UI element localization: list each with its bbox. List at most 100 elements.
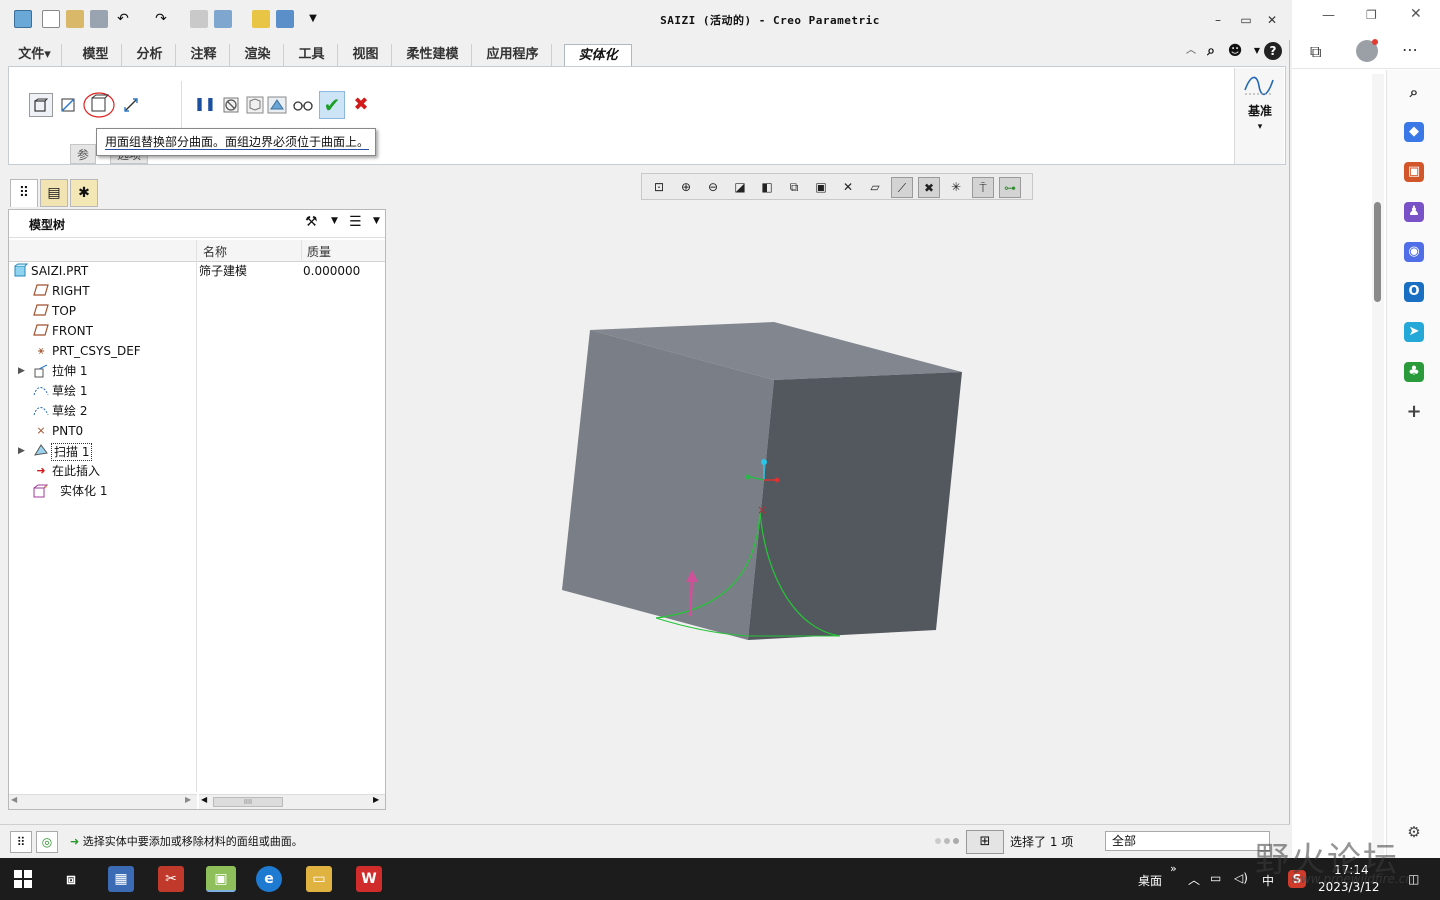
tree-row-front[interactable]: FRONT (9, 321, 385, 341)
sidebar-office-icon[interactable]: ◉ (1404, 242, 1424, 262)
graphics-window[interactable]: × (388, 200, 1288, 820)
desktop-label[interactable]: 桌面 (1138, 872, 1162, 889)
browser-close-icon[interactable]: ✕ (1410, 6, 1422, 22)
undo-icon[interactable]: ↶ (114, 10, 132, 28)
tab-annotate[interactable]: 注释 (178, 44, 230, 66)
pause-button[interactable]: ❚❚ (193, 93, 217, 117)
toolbar-chevron-icon[interactable]: » (1170, 862, 1177, 875)
wps-icon[interactable]: W (356, 866, 382, 892)
search-icon[interactable]: ⌕ (1202, 42, 1220, 60)
remove-material-icon[interactable] (57, 93, 81, 117)
tree-row-sketch-1[interactable]: 草绘 1 (9, 381, 385, 401)
zoom-out-icon[interactable]: ⊖ (702, 177, 724, 198)
regenerate-icon[interactable] (190, 10, 208, 28)
tree-row-top[interactable]: TOP (9, 301, 385, 321)
folder-browser-tab-icon[interactable]: ▤ (40, 179, 68, 207)
tree-row-insert-here[interactable]: ➜ 在此插入 (9, 461, 385, 481)
sidebar-games-icon[interactable]: ♟ (1404, 202, 1424, 222)
flip-direction-icon[interactable] (119, 93, 143, 117)
help-icon[interactable]: ? (1264, 42, 1282, 60)
windows-icon[interactable] (214, 10, 232, 28)
tree-row-sweep[interactable]: ▶ 扫描 1 (9, 441, 385, 461)
plane-display-icon[interactable]: ▱ (864, 177, 886, 198)
column-divider[interactable] (301, 240, 302, 262)
point-display-icon[interactable]: ✖ (918, 177, 940, 198)
network-icon[interactable]: ▭ (1210, 871, 1221, 885)
customize-dropdown-icon[interactable]: ▼ (304, 10, 322, 28)
sidebar-send-icon[interactable]: ➤ (1404, 322, 1424, 342)
sidebar-tree-icon[interactable]: ♣ (1404, 362, 1424, 382)
tree-show-dropdown-icon[interactable]: ▼ (373, 216, 380, 226)
tree-row-point[interactable]: ⨯ PNT0 (9, 421, 385, 441)
replace-surface-icon[interactable] (83, 91, 115, 119)
tree-settings-icon[interactable]: ⚒ (305, 214, 318, 230)
cancel-button[interactable]: ✖ (349, 93, 373, 117)
sidebar-tools-icon[interactable]: ▣ (1404, 162, 1424, 182)
column-name[interactable]: 名称 (203, 243, 227, 260)
favorites-tab-icon[interactable]: ✱ (70, 179, 98, 207)
creo-taskbar-icon[interactable]: ▣ (206, 866, 236, 892)
folder-icon[interactable] (252, 10, 270, 28)
annotation-display-icon[interactable]: ⍑ (972, 177, 994, 198)
tree-show-icon[interactable]: ☰ (349, 214, 362, 230)
tree-row-csys[interactable]: ⚹ PRT_CSYS_DEF (9, 341, 385, 361)
model-tree-tab-icon[interactable]: ⠿ (10, 179, 38, 207)
scroll-thumb[interactable]: IIII (213, 797, 283, 807)
tab-solidify[interactable]: 实体化 (564, 44, 632, 67)
display-style-icon[interactable]: ◧ (756, 177, 778, 198)
tree-row-right[interactable]: RIGHT (9, 281, 385, 301)
cube-side-face[interactable] (748, 372, 962, 640)
expand-arrow-icon[interactable]: ▶ (18, 441, 25, 461)
tab-file[interactable]: 文件▾ (8, 44, 62, 66)
save-icon[interactable] (90, 10, 108, 28)
cube-front-face[interactable] (562, 330, 774, 640)
repaint-icon[interactable]: ◪ (729, 177, 751, 198)
volume-icon[interactable]: ◁) (1234, 871, 1248, 885)
browser-toggle-icon[interactable]: ◎ (36, 831, 58, 853)
collections-icon[interactable]: ⧉ (1310, 42, 1321, 62)
column-mass[interactable]: 质量 (307, 243, 331, 260)
more-options-icon[interactable]: ⋯ (1402, 40, 1418, 59)
spin-center-icon[interactable]: ⊶ (999, 177, 1021, 198)
sidebar-search-icon[interactable]: ⌕ (1404, 82, 1424, 102)
minimize-button[interactable]: – (1208, 10, 1228, 30)
datum-point-marker[interactable]: × (757, 503, 767, 517)
columns-horizontal-scrollbar[interactable]: ◀ IIII ▶ (199, 794, 385, 809)
tree-row-part[interactable]: SAIZI.PRT 筛子建模 0.000000 (9, 261, 385, 281)
tab-view[interactable]: 视图 (340, 44, 392, 66)
tray-expand-icon[interactable]: ︿ (1188, 871, 1200, 888)
datum-dropdown-icon[interactable]: ▾ (1235, 122, 1285, 132)
tab-references[interactable]: 参 (70, 144, 97, 164)
browser-minimize-icon[interactable]: — (1322, 8, 1335, 23)
selection-filter-select[interactable]: 全部 (1105, 831, 1270, 851)
sidebar-shopping-icon[interactable]: ◆ (1404, 122, 1424, 142)
perspective-icon[interactable]: ✕ (837, 177, 859, 198)
view-manager-icon[interactable]: ▣ (810, 177, 832, 198)
no-preview-icon[interactable] (219, 93, 243, 117)
fill-solid-icon[interactable] (29, 93, 53, 117)
tab-analysis[interactable]: 分析 (124, 44, 176, 66)
task-view-icon[interactable]: ⧈ (58, 866, 84, 892)
open-folder-icon[interactable] (66, 10, 84, 28)
expand-arrow-icon[interactable]: ▶ (18, 361, 25, 381)
glasses-preview-icon[interactable] (291, 93, 315, 117)
saved-views-icon[interactable]: ⧉ (783, 177, 805, 198)
verify-preview-icon[interactable] (265, 93, 289, 117)
axis-display-icon[interactable]: ⟋ (891, 177, 913, 198)
zoom-in-icon[interactable]: ⊕ (675, 177, 697, 198)
tree-settings-dropdown-icon[interactable]: ▼ (331, 216, 338, 226)
redo-icon[interactable]: ↷ (152, 10, 170, 28)
calculator-icon[interactable]: ▦ (108, 866, 134, 892)
tab-model[interactable]: 模型 (70, 44, 122, 66)
collapse-ribbon-icon[interactable]: ︿ (1182, 42, 1200, 60)
navigator-toggle-icon[interactable]: ⠿ (10, 831, 32, 853)
page-scroll-thumb[interactable] (1374, 202, 1381, 302)
file-explorer-icon[interactable]: ▭ (306, 866, 332, 892)
scroll-right-icon[interactable]: ▶ (185, 795, 191, 804)
tab-flexible-modeling[interactable]: 柔性建模 (394, 44, 472, 66)
tree-horizontal-scrollbar[interactable]: ◀ ▶ (9, 794, 197, 809)
tree-row-solidify[interactable]: * 实体化 1 (9, 481, 385, 501)
sidebar-outlook-icon[interactable]: O (1404, 282, 1424, 302)
page-scrollbar[interactable] (1372, 74, 1384, 854)
tab-tools[interactable]: 工具 (286, 44, 338, 66)
